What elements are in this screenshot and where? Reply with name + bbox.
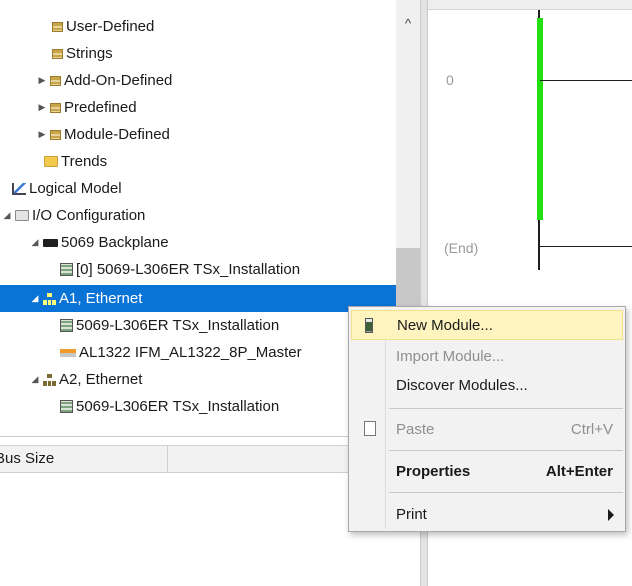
tree-item-al1322-master[interactable]: AL1322 IFM_AL1322_8P_Master (60, 339, 302, 366)
ethernet-network-icon (43, 373, 56, 386)
collapse-arrow-icon[interactable]: ◢ (1, 210, 13, 221)
tree-item-a1-ethernet[interactable]: ◢ A1, Ethernet (0, 285, 396, 312)
tree-item-predefined[interactable]: ▶ Predefined (36, 94, 137, 121)
collapse-arrow-icon[interactable]: ◢ (29, 237, 41, 248)
data-type-icon (50, 75, 61, 86)
tree-item-5069-backplane[interactable]: ◢ 5069 Backplane (29, 229, 169, 256)
logical-model-icon (12, 182, 26, 195)
collapse-arrow-icon[interactable]: ◢ (29, 374, 41, 385)
data-type-icon (52, 21, 63, 32)
ladder-toolbar-strip (428, 0, 632, 10)
context-menu: New Module... Import Module... Discover … (348, 306, 626, 532)
tree-item-add-on-defined[interactable]: ▶ Add-On-Defined (36, 67, 173, 94)
tree-item-logical-model[interactable]: Logical Model (12, 175, 122, 202)
menu-item-new-module[interactable]: New Module... (351, 310, 623, 340)
ethernet-network-icon (43, 293, 56, 305)
controller-module-icon (60, 400, 73, 413)
tree-item-a1-controller[interactable]: 5069-L306ER TSx_Installation (60, 312, 279, 339)
backplane-icon (43, 238, 58, 247)
submenu-arrow-icon (608, 509, 614, 521)
rung-number: 0 (446, 72, 454, 88)
menu-item-print[interactable]: Print (351, 499, 623, 529)
expand-arrow-icon[interactable]: ▶ (36, 75, 48, 86)
tree-item-strings[interactable]: Strings (52, 40, 113, 67)
controller-module-icon (60, 319, 73, 332)
io-link-master-icon (60, 348, 76, 357)
menu-separator (389, 408, 623, 409)
menu-separator (389, 492, 623, 493)
tree-item-user-defined[interactable]: User-Defined (52, 13, 154, 40)
energized-power-rail (537, 18, 543, 220)
data-type-icon (50, 102, 61, 113)
paste-icon (364, 421, 376, 436)
tree-item-a2-controller[interactable]: 5069-L306ER TSx_Installation (60, 393, 279, 420)
column-header-bus-size[interactable]: Bus Size (0, 446, 168, 472)
tree-item-io-configuration[interactable]: ◢ I/O Configuration (1, 202, 146, 229)
rung-0-wire[interactable] (540, 80, 632, 81)
data-type-icon (50, 129, 61, 140)
end-rung-wire (540, 246, 632, 247)
folder-icon (44, 156, 58, 167)
menu-item-properties[interactable]: Properties Alt+Enter (351, 456, 623, 486)
tree-item-a2-ethernet[interactable]: ◢ A2, Ethernet (29, 366, 143, 393)
menu-item-import-module[interactable]: Import Module... (351, 341, 623, 371)
io-configuration-icon (15, 210, 29, 221)
tree-item-module-defined[interactable]: ▶ Module-Defined (36, 121, 170, 148)
expand-arrow-icon[interactable]: ▶ (36, 129, 48, 140)
new-module-icon (365, 318, 373, 333)
menu-item-discover-modules[interactable]: Discover Modules... (351, 370, 623, 400)
tree-item-trends[interactable]: Trends (44, 148, 107, 175)
tree-item-local-controller[interactable]: [0] 5069-L306ER TSx_Installation (60, 256, 300, 283)
scroll-up-arrow-icon[interactable]: ^ (396, 14, 420, 34)
data-type-icon (52, 48, 63, 59)
collapse-arrow-icon[interactable]: ◢ (29, 293, 41, 304)
menu-separator (389, 450, 623, 451)
menu-item-paste[interactable]: Paste Ctrl+V (351, 414, 623, 444)
expand-arrow-icon[interactable]: ▶ (36, 102, 48, 113)
end-rung-label: (End) (444, 240, 479, 256)
controller-module-icon (60, 263, 73, 276)
